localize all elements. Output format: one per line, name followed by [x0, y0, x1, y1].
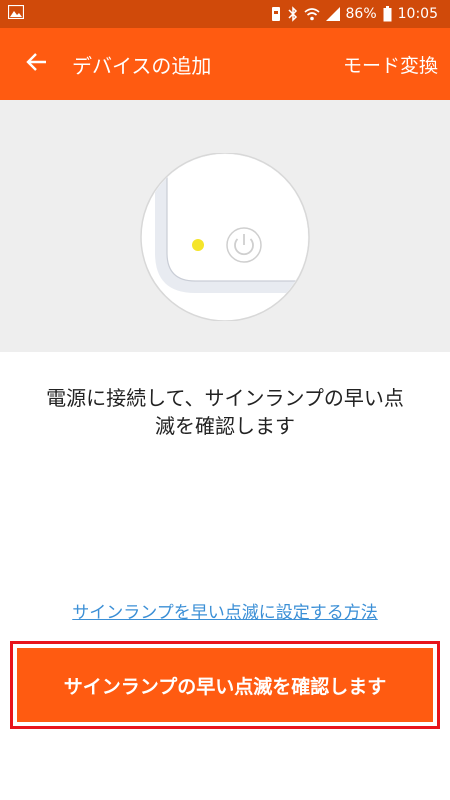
help-link[interactable]: サインランプを早い点滅に設定する方法 — [0, 598, 450, 623]
vibrate-icon — [270, 6, 282, 22]
image-icon — [7, 4, 25, 23]
battery-icon — [383, 6, 392, 22]
page-title: デバイスの追加 — [72, 53, 212, 78]
signal-icon — [325, 7, 340, 21]
arrow-left-icon — [25, 52, 47, 76]
battery-percent: 86% — [345, 6, 377, 22]
mode-switch-button[interactable]: モード変換 — [343, 51, 450, 78]
wifi-icon — [303, 7, 320, 21]
back-button[interactable] — [0, 28, 72, 100]
indicator-light — [192, 239, 204, 251]
device-illustration-graphic — [140, 153, 310, 321]
app-bar: デバイスの追加 モード変換 — [0, 28, 450, 100]
confirm-button[interactable]: サインランプの早い点滅を確認します — [17, 648, 433, 722]
status-bar: 86% 10:05 — [0, 0, 450, 28]
status-left — [7, 4, 25, 23]
instruction-text: 電源に接続して、サインランプの早い点滅を確認します — [46, 386, 404, 438]
power-icon — [226, 227, 262, 263]
bluetooth-icon — [287, 6, 298, 22]
status-time: 10:05 — [397, 6, 438, 22]
status-right: 86% 10:05 — [270, 6, 438, 22]
device-illustration — [0, 100, 450, 352]
